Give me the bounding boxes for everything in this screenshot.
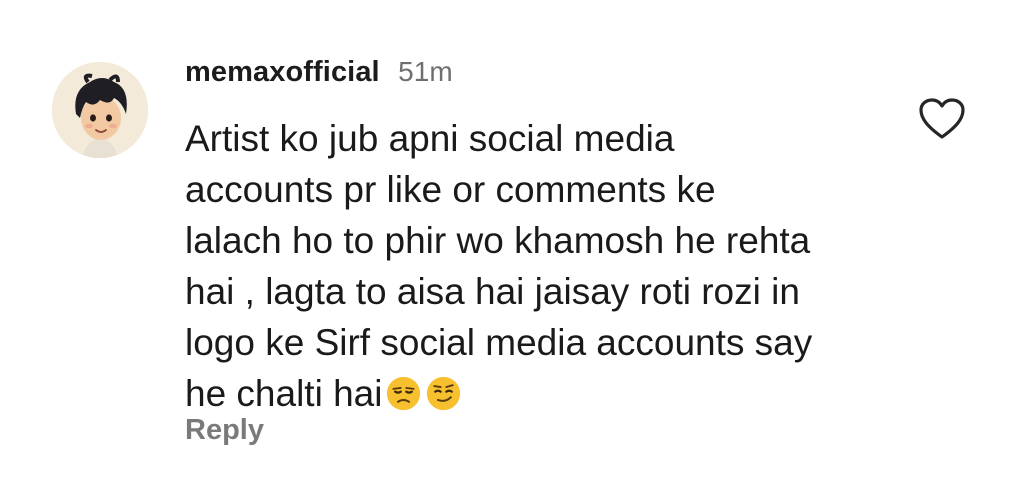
reply-button[interactable]: Reply [185, 414, 264, 447]
comment-header: memaxofficial 51m [185, 56, 453, 96]
avatar[interactable] [52, 62, 148, 158]
comment-item: memaxofficial 51m Artist ko jub apni soc… [0, 0, 1024, 487]
avatar-illustration-icon [52, 62, 148, 158]
username[interactable]: memaxofficial [185, 56, 380, 88]
comment-text: Artist ko jub apni social media accounts… [185, 113, 885, 419]
comment-text-content: Artist ko jub apni social media accounts… [185, 118, 813, 414]
like-button[interactable] [918, 97, 966, 141]
timestamp: 51m [398, 56, 453, 87]
smirking-face-icon [427, 376, 461, 411]
unamused-face-icon [387, 376, 421, 411]
heart-outline-icon [919, 98, 965, 139]
